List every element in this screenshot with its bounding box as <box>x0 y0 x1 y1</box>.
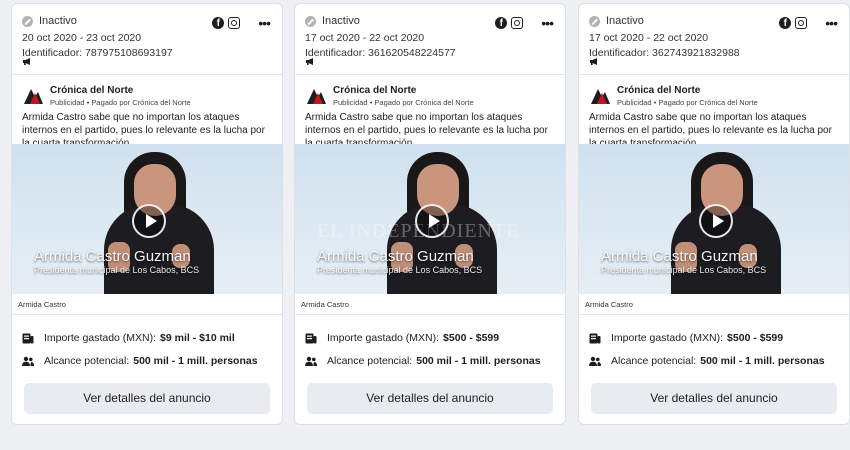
ad-body-text: Armida Castro sabe que no importan los a… <box>22 112 265 149</box>
ad-card: Inactivo 17 oct 2020 - 22 oct 2020 Ident… <box>294 3 566 425</box>
view-ad-details-button[interactable]: Ver detalles del anuncio <box>591 383 837 414</box>
video-name-overlay: Armida Castro Guzman <box>317 248 474 265</box>
advertiser-row: Crónica del Norte Publicidad • Pagado po… <box>579 75 849 108</box>
video-caption: Armida Castro <box>585 300 633 309</box>
video-name-overlay: Armida Castro Guzman <box>601 248 758 265</box>
receipt-icon <box>22 333 34 343</box>
advertiser-row: Crónica del Norte Publicidad • Pagado po… <box>12 75 282 108</box>
reach-label: Alcance potencial: <box>327 355 413 367</box>
reach-row: Alcance potencial: 500 mil - 1 mill. per… <box>305 350 555 372</box>
advertiser-name[interactable]: Crónica del Norte <box>333 85 474 96</box>
ad-video[interactable]: Armida Castro Guzman Presidenta municipa… <box>579 144 849 294</box>
video-role-overlay: Presidenta municipal de Los Cabos, BCS <box>601 265 767 275</box>
more-icon[interactable]: ••• <box>541 16 554 30</box>
status-label: Inactivo <box>39 15 77 27</box>
reach-value: 500 mil - 1 mill. personas <box>133 355 258 367</box>
reach-value: 500 mil - 1 mill. personas <box>416 355 541 367</box>
ad-stats: Importe gastado (MXN): $500 - $599 Alcan… <box>295 315 565 372</box>
receipt-icon <box>305 333 317 343</box>
spent-value: $500 - $599 <box>727 332 784 344</box>
video-caption: Armida Castro <box>18 300 66 309</box>
ad-stats: Importe gastado (MXN): $500 - $599 Alcan… <box>579 315 849 372</box>
spent-row: Importe gastado (MXN): $500 - $599 <box>589 327 839 349</box>
ad-identifier: Identificador: 361620548224577 <box>305 47 456 59</box>
facebook-icon: f <box>212 17 225 29</box>
advertiser-logo[interactable] <box>22 84 44 107</box>
ad-body-text: Armida Castro sabe que no importan los a… <box>589 112 832 149</box>
play-icon[interactable] <box>699 204 733 238</box>
spent-row: Importe gastado (MXN): $500 - $599 <box>305 327 555 349</box>
view-ad-details-button[interactable]: Ver detalles del anuncio <box>24 383 270 414</box>
facebook-icon: f <box>779 17 792 29</box>
sponsored-label: Publicidad • Pagado por Crónica del Nort… <box>333 97 474 107</box>
advertiser-logo[interactable] <box>305 84 327 107</box>
people-icon <box>22 356 34 366</box>
play-icon[interactable] <box>132 204 166 238</box>
sponsored-label: Publicidad • Pagado por Crónica del Nort… <box>50 97 191 107</box>
ad-identifier: Identificador: 362743921832988 <box>589 47 740 59</box>
more-icon[interactable]: ••• <box>258 16 271 30</box>
ad-card: Inactivo 17 oct 2020 - 22 oct 2020 Ident… <box>578 3 850 425</box>
ad-dates: 17 oct 2020 - 22 oct 2020 <box>589 32 709 44</box>
megaphone-icon <box>306 58 313 65</box>
status-label: Inactivo <box>322 15 360 27</box>
ad-dates: 17 oct 2020 - 22 oct 2020 <box>305 32 425 44</box>
receipt-icon <box>589 333 601 343</box>
reach-row: Alcance potencial: 500 mil - 1 mill. per… <box>589 350 839 372</box>
ad-identifier: Identificador: 787975108693197 <box>22 47 173 59</box>
spent-row: Importe gastado (MXN): $9 mil - $10 mil <box>22 327 272 349</box>
inactive-icon <box>22 15 33 27</box>
video-role-overlay: Presidenta municipal de Los Cabos, BCS <box>34 265 200 275</box>
reach-row: Alcance potencial: 500 mil - 1 mill. per… <box>22 350 272 372</box>
ad-video[interactable]: EL INDEPENDIENTE Armida Castro Guzman Pr… <box>295 144 565 294</box>
play-icon[interactable] <box>415 204 449 238</box>
instagram-icon <box>795 17 808 29</box>
reach-value: 500 mil - 1 mill. personas <box>700 355 825 367</box>
ad-card-header: Inactivo 20 oct 2020 - 23 oct 2020 Ident… <box>12 4 282 74</box>
ad-video[interactable]: Armida Castro Guzman Presidenta municipa… <box>12 144 282 294</box>
inactive-icon <box>589 15 600 27</box>
reach-label: Alcance potencial: <box>611 355 697 367</box>
instagram-icon <box>511 17 524 29</box>
advertiser-name[interactable]: Crónica del Norte <box>617 85 758 96</box>
instagram-icon <box>228 17 241 29</box>
spent-value: $500 - $599 <box>443 332 500 344</box>
facebook-icon: f <box>495 17 508 29</box>
ad-dates: 20 oct 2020 - 23 oct 2020 <box>22 32 142 44</box>
advertiser-name[interactable]: Crónica del Norte <box>50 85 191 96</box>
people-icon <box>589 356 601 366</box>
megaphone-icon <box>590 58 597 65</box>
reach-label: Alcance potencial: <box>44 355 130 367</box>
status-label: Inactivo <box>606 15 644 27</box>
ad-card: Inactivo 20 oct 2020 - 23 oct 2020 Ident… <box>11 3 283 425</box>
spent-label: Importe gastado (MXN): <box>44 332 157 344</box>
megaphone-icon <box>23 58 30 65</box>
more-icon[interactable]: ••• <box>825 16 838 30</box>
video-role-overlay: Presidenta municipal de Los Cabos, BCS <box>317 265 483 275</box>
view-ad-details-button[interactable]: Ver detalles del anuncio <box>307 383 553 414</box>
ad-card-header: Inactivo 17 oct 2020 - 22 oct 2020 Ident… <box>579 4 849 74</box>
ad-body-text: Armida Castro sabe que no importan los a… <box>305 112 548 149</box>
ad-stats: Importe gastado (MXN): $9 mil - $10 mil … <box>12 315 282 372</box>
inactive-icon <box>305 15 316 27</box>
spent-label: Importe gastado (MXN): <box>611 332 724 344</box>
video-name-overlay: Armida Castro Guzman <box>34 248 191 265</box>
video-caption: Armida Castro <box>301 300 349 309</box>
spent-value: $9 mil - $10 mil <box>160 332 235 344</box>
sponsored-label: Publicidad • Pagado por Crónica del Nort… <box>617 97 758 107</box>
advertiser-row: Crónica del Norte Publicidad • Pagado po… <box>295 75 565 108</box>
advertiser-logo[interactable] <box>589 84 611 107</box>
spent-label: Importe gastado (MXN): <box>327 332 440 344</box>
people-icon <box>305 356 317 366</box>
ad-card-header: Inactivo 17 oct 2020 - 22 oct 2020 Ident… <box>295 4 565 74</box>
